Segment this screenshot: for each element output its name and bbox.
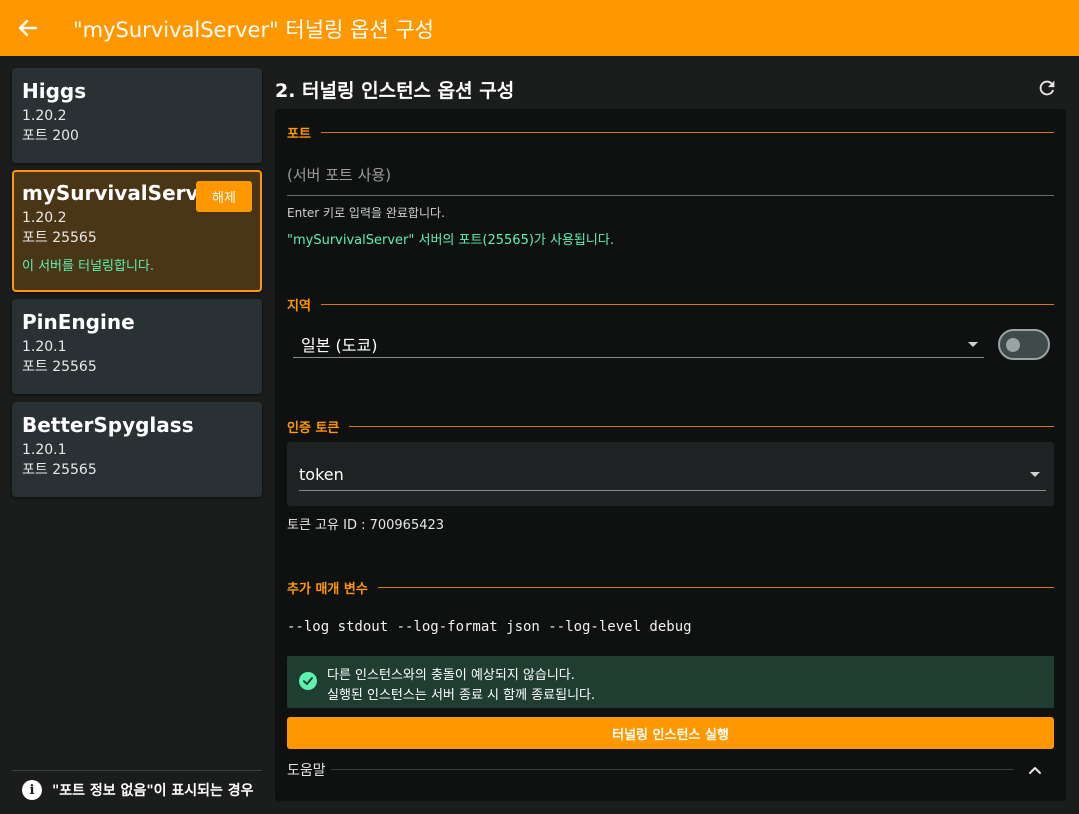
port-placeholder: (서버 포트 사용): [287, 165, 392, 184]
port-input[interactable]: (서버 포트 사용): [287, 153, 1054, 196]
run-tunnel-button[interactable]: 터널링 인스턴스 실행: [287, 717, 1054, 749]
alert-line-1: 다른 인스턴스와의 충돌이 예상되지 않습니다.: [327, 668, 575, 683]
server-name: Higgs: [22, 79, 87, 103]
params-label: 추가 매개 변수: [287, 582, 368, 597]
port-label: 포트: [287, 127, 311, 142]
page-title: "mySurvivalServer" 터널링 옵션 구성: [73, 18, 434, 42]
token-label: 인증 토큰: [287, 421, 340, 436]
port-info-help-text: "포트 정보 없음"이 표시되는 경우: [52, 783, 254, 799]
back-button[interactable]: [14, 14, 42, 42]
server-port: 포트 200: [22, 128, 79, 144]
region-select[interactable]: 일본 (도쿄): [293, 330, 984, 358]
refresh-icon: [1039, 80, 1055, 96]
section-title: 2. 터널링 인스턴스 옵션 구성: [275, 80, 515, 102]
tunnel-status-note: 이 서버를 터널링합니다.: [22, 259, 154, 274]
arrow-left-icon: [18, 19, 38, 37]
tunnel-options-panel: 포트 (서버 포트 사용) Enter 키로 입력을 완료합니다. "mySur…: [275, 109, 1066, 801]
legend-line: [320, 304, 1054, 305]
server-port: 포트 25565: [22, 230, 97, 246]
region-label: 지역: [287, 299, 311, 314]
token-legend: 인증 토큰: [287, 417, 1054, 436]
server-port: 포트 25565: [22, 462, 97, 478]
help-label: 도움말: [287, 763, 326, 779]
conflict-status-alert: 다른 인스턴스와의 충돌이 예상되지 않습니다. 실행된 인스턴스는 서버 종료…: [287, 656, 1054, 708]
port-legend: 포트: [287, 123, 1054, 142]
region-toggle[interactable]: [998, 329, 1050, 360]
unlink-button[interactable]: 해제: [196, 181, 252, 212]
port-success-message: "mySurvivalServer" 서버의 포트(25565)가 사용됩니다.: [287, 233, 614, 248]
server-card-higgs[interactable]: Higgs 1.20.2 포트 200: [12, 68, 262, 163]
params-legend: 추가 매개 변수: [287, 578, 1054, 597]
token-select[interactable]: token: [287, 442, 1054, 506]
server-version: 1.20.1: [22, 442, 67, 458]
alert-line-2: 실행된 인스턴스는 서버 종료 시 함께 종료됩니다.: [327, 688, 596, 703]
refresh-button[interactable]: [1036, 77, 1058, 99]
region-selected-value: 일본 (도쿄): [301, 335, 378, 355]
region-legend: 지역: [287, 295, 1054, 314]
check-circle-icon: [299, 672, 317, 690]
server-name: PinEngine: [22, 310, 135, 334]
server-version: 1.20.1: [22, 339, 67, 355]
legend-line: [349, 426, 1054, 427]
app-header: "mySurvivalServer" 터널링 옵션 구성: [0, 0, 1079, 56]
server-name: BetterSpyglass: [22, 413, 194, 437]
info-icon: i: [22, 780, 42, 800]
chevron-up-icon: [1029, 767, 1041, 774]
legend-line: [377, 587, 1054, 588]
server-card-betterspyglass[interactable]: BetterSpyglass 1.20.1 포트 25565: [12, 402, 262, 497]
help-divider: [331, 769, 1014, 770]
token-underline: [299, 490, 1046, 491]
dropdown-arrow-icon: [1030, 472, 1040, 477]
help-expander[interactable]: 도움말: [287, 759, 1054, 781]
port-hint: Enter 키로 입력을 완료합니다.: [287, 206, 445, 220]
params-input[interactable]: --log stdout --log-format json --log-lev…: [287, 619, 692, 635]
token-selected-value: token: [299, 465, 344, 484]
token-id: 토큰 고유 ID : 700965423: [287, 518, 445, 533]
server-card-mysurvivalserver[interactable]: mySurvivalServer 해제 1.20.2 포트 25565 이 서버…: [12, 170, 262, 292]
port-info-help-link[interactable]: i "포트 정보 없음"이 표시되는 경우: [22, 780, 254, 800]
legend-line: [320, 132, 1054, 133]
server-sidebar: Higgs 1.20.2 포트 200 mySurvivalServer 해제 …: [0, 56, 274, 814]
server-version: 1.20.2: [22, 108, 67, 124]
dropdown-arrow-icon: [968, 342, 978, 347]
server-port: 포트 25565: [22, 359, 97, 375]
server-card-pinengine[interactable]: PinEngine 1.20.1 포트 25565: [12, 299, 262, 394]
sidebar-divider: [12, 770, 262, 771]
toggle-knob: [1006, 338, 1020, 352]
